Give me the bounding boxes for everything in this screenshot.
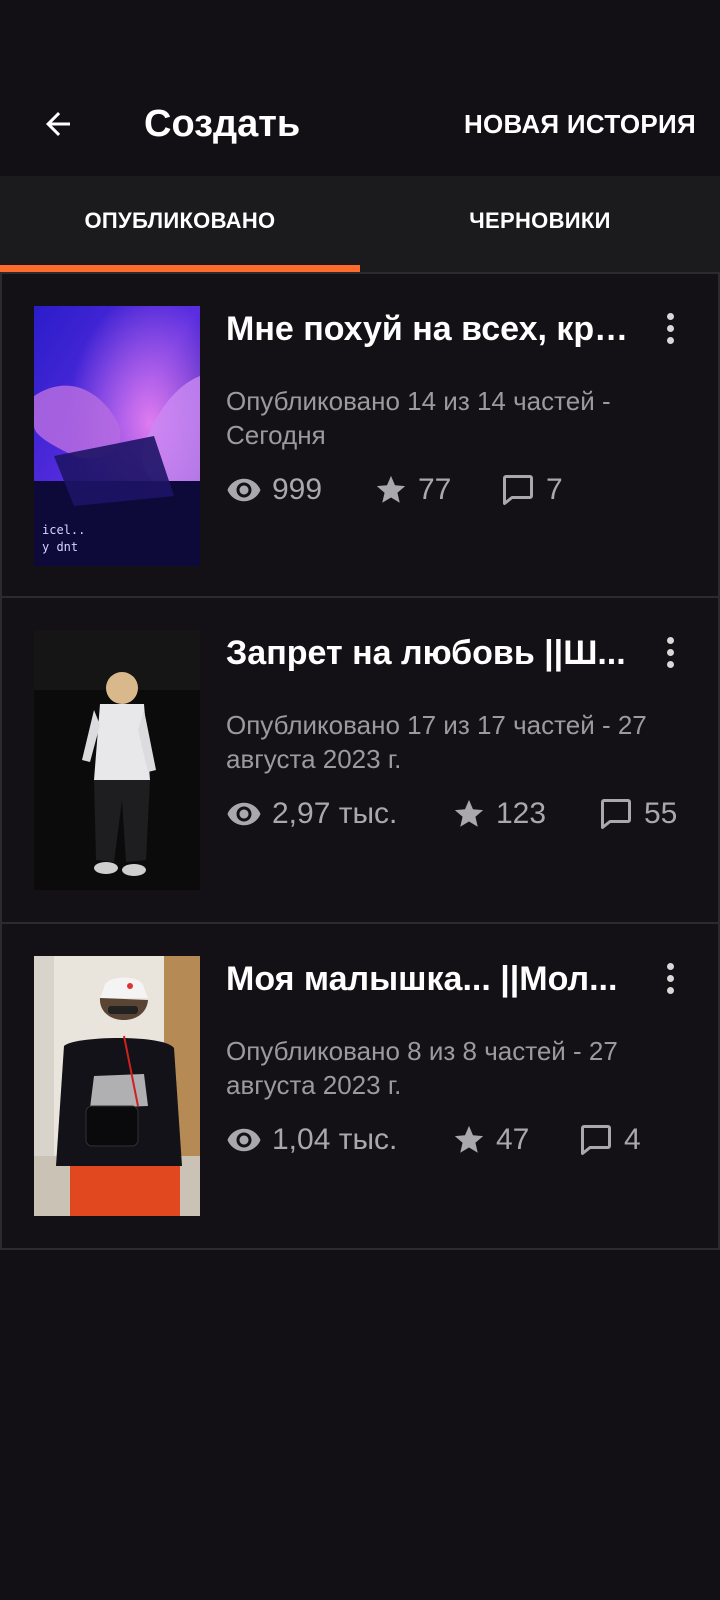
views-stat: 2,97 тыс. [226,794,397,834]
svg-text:y dnt: y dnt [42,540,78,554]
story-item[interactable]: Запрет на любовь ||Ш... Опубликовано 17 … [0,598,720,924]
comments-count: 7 [546,473,563,506]
story-list: icel.. y dnt Мне похуй на всех, кро... О… [0,272,720,1250]
comments-stat: 7 [500,470,563,510]
status-bar [0,0,720,72]
votes-count: 47 [496,1123,530,1156]
star-icon [376,475,406,503]
story-title[interactable]: Запрет на любовь ||Ш... [226,632,636,674]
more-vertical-icon [666,636,674,644]
comments-stat: 4 [578,1120,641,1160]
story-meta: Опубликовано 17 из 17 частей - 27 август… [226,710,647,774]
story-meta: Опубликовано 8 из 8 частей - 27 августа … [226,1036,618,1100]
views-stat: 1,04 тыс. [226,1120,397,1160]
story-menu-button[interactable] [652,304,688,352]
comment-icon [503,475,533,505]
story-menu-button[interactable] [652,628,688,676]
app-bar: Создать НОВАЯ ИСТОРИЯ [0,72,720,176]
more-vertical-icon [666,962,674,970]
eye-icon [227,1128,261,1152]
story-cover[interactable] [34,956,200,1216]
story-title[interactable]: Моя малышка... ||Мол... [226,958,636,1000]
comment-icon [601,799,631,829]
comments-count: 4 [624,1123,641,1156]
tab-bar: ОПУБЛИКОВАНО ЧЕРНОВИКИ [0,176,720,272]
page-title: Создать [144,103,301,145]
story-stats: 999 77 7 [226,470,696,510]
story-cover[interactable] [34,630,200,890]
star-icon [454,1125,484,1153]
comments-count: 55 [644,797,678,830]
arrow-left-icon [46,112,70,136]
votes-count: 77 [418,473,452,506]
votes-count: 123 [496,797,547,830]
star-icon [454,799,484,827]
views-count: 999 [272,473,323,506]
eye-icon [227,478,261,502]
more-vertical-icon [666,312,674,320]
votes-stat: 123 [452,794,546,834]
story-item[interactable]: Моя малышка... ||Мол... Опубликовано 8 и… [0,924,720,1250]
story-title[interactable]: Мне похуй на всех, кро... [226,308,636,350]
story-item[interactable]: icel.. y dnt Мне похуй на всех, кро... О… [0,272,720,598]
tab-published[interactable]: ОПУБЛИКОВАНО [0,176,360,272]
votes-stat: 77 [374,470,451,510]
comments-stat: 55 [598,794,677,834]
eye-icon [227,802,261,826]
story-menu-button[interactable] [652,954,688,1002]
new-story-button[interactable]: НОВАЯ ИСТОРИЯ [464,104,696,144]
comment-icon [581,1125,611,1155]
views-count: 1,04 тыс. [272,1123,398,1156]
story-stats: 1,04 тыс. 47 4 [226,1120,696,1160]
story-cover[interactable]: icel.. y dnt [34,306,200,566]
back-button[interactable] [30,96,86,152]
story-meta: Опубликовано 14 из 14 частей - Сегодня [226,386,611,450]
views-stat: 999 [226,470,322,510]
views-count: 2,97 тыс. [272,797,398,830]
svg-text:icel..: icel.. [42,523,85,537]
tab-drafts[interactable]: ЧЕРНОВИКИ [360,176,720,272]
votes-stat: 47 [452,1120,529,1160]
story-stats: 2,97 тыс. 123 55 [226,794,696,834]
